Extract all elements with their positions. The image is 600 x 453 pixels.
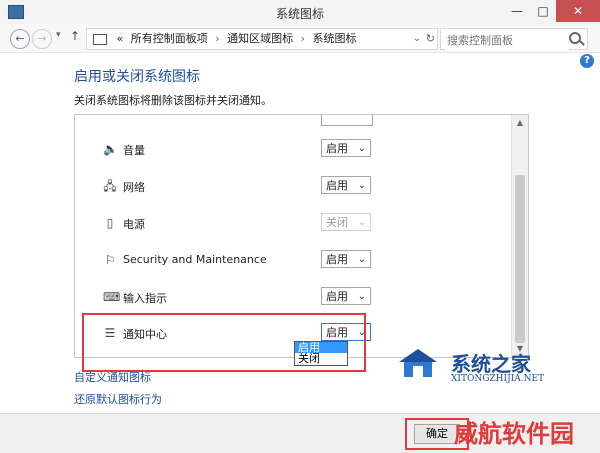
scrollbar-thumb[interactable] [515, 175, 525, 343]
window-controls: — □ ✕ [504, 0, 600, 22]
behavior-select[interactable]: 启用 ⌄ [321, 250, 371, 268]
breadcrumb-prefix: « [116, 32, 124, 45]
refresh-icon[interactable]: ↻ [426, 29, 435, 49]
partial-select [321, 115, 373, 126]
dropdown-option-disable[interactable]: 关闭 [295, 353, 347, 364]
watermark-url: XITONGZHIJIA.NET [451, 374, 545, 384]
chevron-right-icon: › [215, 32, 220, 45]
chevron-down-icon: ⌄ [357, 143, 366, 154]
select-value: 启用 [326, 253, 348, 266]
select-value: 启用 [326, 142, 348, 155]
search-icon[interactable] [569, 32, 581, 44]
address-bar[interactable]: « 所有控制面板项 › 通知区域图标 › 系统图标 ⌄ ↻ [86, 28, 438, 50]
weihang-watermark: 威航软件园 [454, 419, 574, 448]
close-button[interactable]: ✕ [556, 0, 600, 22]
scrollbar[interactable]: ▲ ▼ [511, 115, 528, 357]
customize-notification-icons-link[interactable]: 自定义通知图标 [74, 369, 151, 385]
behavior-select[interactable]: 启用 ⌄ [321, 176, 371, 194]
list-item-label: 音量 [123, 144, 145, 157]
house-logo-icon [399, 349, 437, 377]
title-bar: 系统图标 — □ ✕ [0, 0, 600, 25]
breadcrumb-system-icons[interactable]: 系统图标 [313, 29, 357, 49]
select-value: 启用 [326, 290, 348, 303]
chevron-down-icon[interactable]: ⌄ [413, 29, 421, 49]
chevron-down-icon: ⌄ [357, 291, 366, 302]
breadcrumb-all-control-panel-items[interactable]: 所有控制面板项 [131, 29, 208, 49]
flag-icon: ⚐ [104, 253, 116, 267]
list-item: ⚐ Security and Maintenance 启用 ⌄ [103, 250, 371, 272]
up-button[interactable]: ↑ [70, 29, 80, 43]
help-icon[interactable]: ? [580, 54, 594, 68]
navigation-bar: ← → ▾ ↑ « 所有控制面板项 › 通知区域图标 › 系统图标 ⌄ ↻ [0, 24, 600, 53]
list-item-label: 网络 [123, 181, 145, 194]
keyboard-icon: ⌨ [103, 290, 121, 304]
forward-button[interactable]: → [32, 29, 52, 49]
scroll-up-icon[interactable]: ▲ [512, 115, 528, 131]
maximize-button[interactable]: □ [530, 0, 556, 22]
recent-pages-dropdown[interactable]: ▾ [56, 30, 61, 40]
select-value: 关闭 [326, 216, 348, 229]
computer-icon [93, 33, 107, 45]
chevron-down-icon: ⌄ [357, 254, 366, 265]
behavior-select[interactable]: 启用 ⌄ [321, 287, 371, 305]
behavior-select[interactable]: 启用 ⌄ [321, 139, 371, 157]
list-item-label: 电源 [123, 218, 145, 231]
page-title: 启用或关闭系统图标 [74, 69, 200, 85]
list-item-label: Security and Maintenance [123, 253, 267, 266]
search-input[interactable] [445, 30, 569, 51]
list-item-label: 输入指示 [123, 292, 167, 305]
select-value: 启用 [326, 179, 348, 192]
page-description: 关闭系统图标将删除该图标并关闭通知。 [74, 94, 272, 107]
power-icon: ▯ [106, 216, 114, 230]
dropdown-options[interactable]: 启用 关闭 [294, 341, 348, 366]
network-icon: 🖧 [103, 179, 117, 193]
search-box[interactable] [440, 28, 588, 51]
back-button[interactable]: ← [10, 29, 30, 49]
chevron-down-icon: ⌄ [357, 180, 366, 191]
minimize-button[interactable]: — [504, 0, 530, 22]
list-item: ▯ 电源 关闭 ⌄ [103, 213, 371, 235]
list-item: 🔈 音量 启用 ⌄ [103, 139, 371, 161]
chevron-down-icon: ⌄ [357, 217, 366, 228]
watermark-brand: 系统之家 [451, 352, 531, 376]
speaker-icon: 🔈 [103, 142, 118, 156]
list-item: ⌨ 输入指示 启用 ⌄ [103, 287, 371, 309]
chevron-right-icon: › [300, 32, 306, 45]
behavior-select: 关闭 ⌄ [321, 213, 371, 231]
list-item: 🖧 网络 启用 ⌄ [103, 176, 371, 198]
breadcrumb-notification-area-icons[interactable]: 通知区域图标 [227, 29, 293, 49]
restore-default-icon-behaviors-link[interactable]: 还原默认图标行为 [74, 391, 162, 407]
